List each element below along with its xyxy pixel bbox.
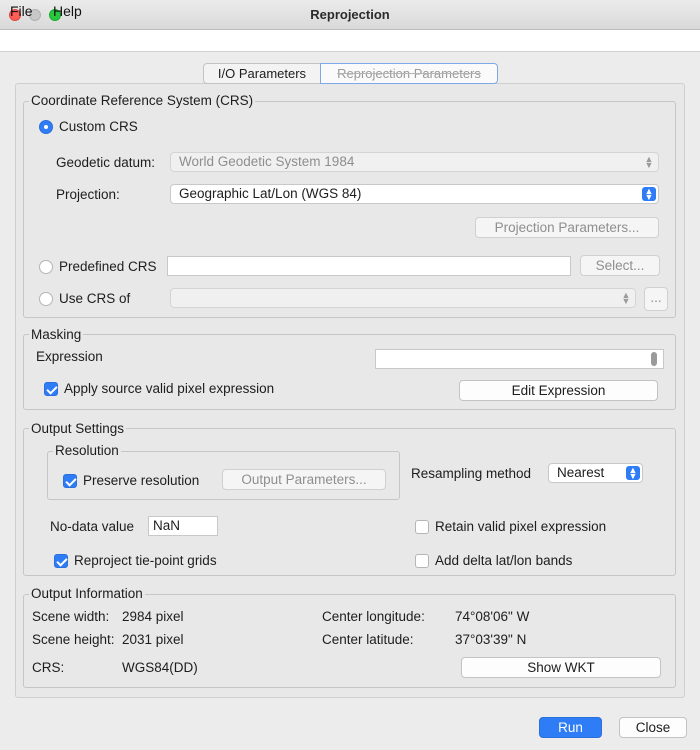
- nodata-value-field[interactable]: NaN: [148, 516, 218, 536]
- projection-parameters-button[interactable]: Projection Parameters...: [475, 217, 659, 238]
- geodetic-datum-label: Geodetic datum:: [56, 155, 156, 170]
- crs-info-value: WGS84(DD): [122, 660, 198, 675]
- edit-expression-button[interactable]: Edit Expression: [459, 380, 658, 401]
- apply-source-valid-checkbox[interactable]: [44, 382, 58, 396]
- apply-source-valid-label: Apply source valid pixel expression: [64, 381, 275, 396]
- tab-io-parameters[interactable]: I/O Parameters: [203, 63, 321, 84]
- scene-width-value: 2984 pixel: [122, 609, 184, 624]
- center-latitude-label: Center latitude:: [322, 632, 414, 647]
- use-crs-of-label: Use CRS of: [59, 291, 131, 306]
- predefined-crs-field[interactable]: [167, 256, 571, 276]
- output-parameters-button[interactable]: Output Parameters...: [222, 469, 386, 490]
- menu-file[interactable]: File: [10, 3, 33, 19]
- menu-help[interactable]: Help: [53, 3, 82, 19]
- retain-valid-pixel-label: Retain valid pixel expression: [435, 519, 607, 534]
- reproject-tiepoint-checkbox[interactable]: [54, 554, 68, 568]
- center-longitude-label: Center longitude:: [322, 609, 425, 624]
- select-crs-button[interactable]: Select...: [580, 255, 660, 276]
- chevron-updown-icon: ▲ ▼: [626, 466, 640, 481]
- expression-scrollbar[interactable]: [651, 352, 657, 366]
- preserve-resolution-checkbox[interactable]: [63, 474, 77, 488]
- expression-field[interactable]: [375, 349, 664, 369]
- resampling-method-value: Nearest: [557, 465, 605, 480]
- scene-height-label: Scene height:: [32, 632, 115, 647]
- scene-height-value: 2031 pixel: [122, 632, 184, 647]
- menu-bar: [0, 30, 700, 52]
- window-title: Reprojection: [310, 7, 390, 22]
- masking-group-title: Masking: [29, 327, 84, 342]
- use-crs-of-combo[interactable]: ▲ ▼: [170, 288, 636, 308]
- custom-crs-label: Custom CRS: [59, 119, 138, 134]
- nodata-value-label: No-data value: [50, 519, 135, 534]
- add-delta-latlon-checkbox[interactable]: [415, 554, 429, 568]
- center-latitude-value: 37°03'39" N: [455, 632, 527, 647]
- predefined-crs-label: Predefined CRS: [59, 259, 157, 274]
- preserve-resolution-label: Preserve resolution: [83, 473, 200, 488]
- close-button[interactable]: Close: [619, 717, 687, 738]
- custom-crs-radio[interactable]: [39, 120, 53, 134]
- chevron-updown-icon: ▲ ▼: [644, 154, 654, 170]
- center-longitude-value: 74°08'06" W: [455, 609, 530, 624]
- chevron-updown-icon: ▲ ▼: [621, 290, 631, 306]
- retain-valid-pixel-checkbox[interactable]: [415, 520, 429, 534]
- projection-label: Projection:: [56, 187, 120, 202]
- scene-width-label: Scene width:: [32, 609, 110, 624]
- use-crs-of-radio[interactable]: [39, 292, 53, 306]
- geodetic-datum-combo[interactable]: World Geodetic System 1984 ▲ ▼: [170, 152, 659, 172]
- show-wkt-button[interactable]: Show WKT: [461, 657, 661, 678]
- add-delta-latlon-label: Add delta lat/lon bands: [435, 553, 573, 568]
- projection-value: Geographic Lat/Lon (WGS 84): [179, 186, 362, 201]
- resampling-method-combo[interactable]: Nearest ▲ ▼: [548, 463, 643, 483]
- resolution-title: Resolution: [53, 443, 121, 458]
- output-settings-title: Output Settings: [29, 421, 127, 436]
- tab-reprojection-parameters[interactable]: Reprojection Parameters: [320, 63, 498, 84]
- crs-info-label: CRS:: [32, 660, 65, 675]
- expression-label: Expression: [36, 349, 103, 364]
- reproject-tiepoint-label: Reproject tie-point grids: [74, 553, 217, 568]
- crs-group-title: Coordinate Reference System (CRS): [29, 93, 256, 108]
- chevron-updown-icon: ▲ ▼: [642, 187, 656, 202]
- projection-combo[interactable]: Geographic Lat/Lon (WGS 84) ▲ ▼: [170, 184, 659, 204]
- browse-product-button[interactable]: ...: [644, 287, 668, 311]
- geodetic-datum-value: World Geodetic System 1984: [179, 154, 355, 169]
- predefined-crs-radio[interactable]: [39, 260, 53, 274]
- run-button[interactable]: Run: [539, 717, 602, 738]
- output-information-title: Output Information: [29, 586, 145, 601]
- resampling-method-label: Resampling method: [411, 466, 532, 481]
